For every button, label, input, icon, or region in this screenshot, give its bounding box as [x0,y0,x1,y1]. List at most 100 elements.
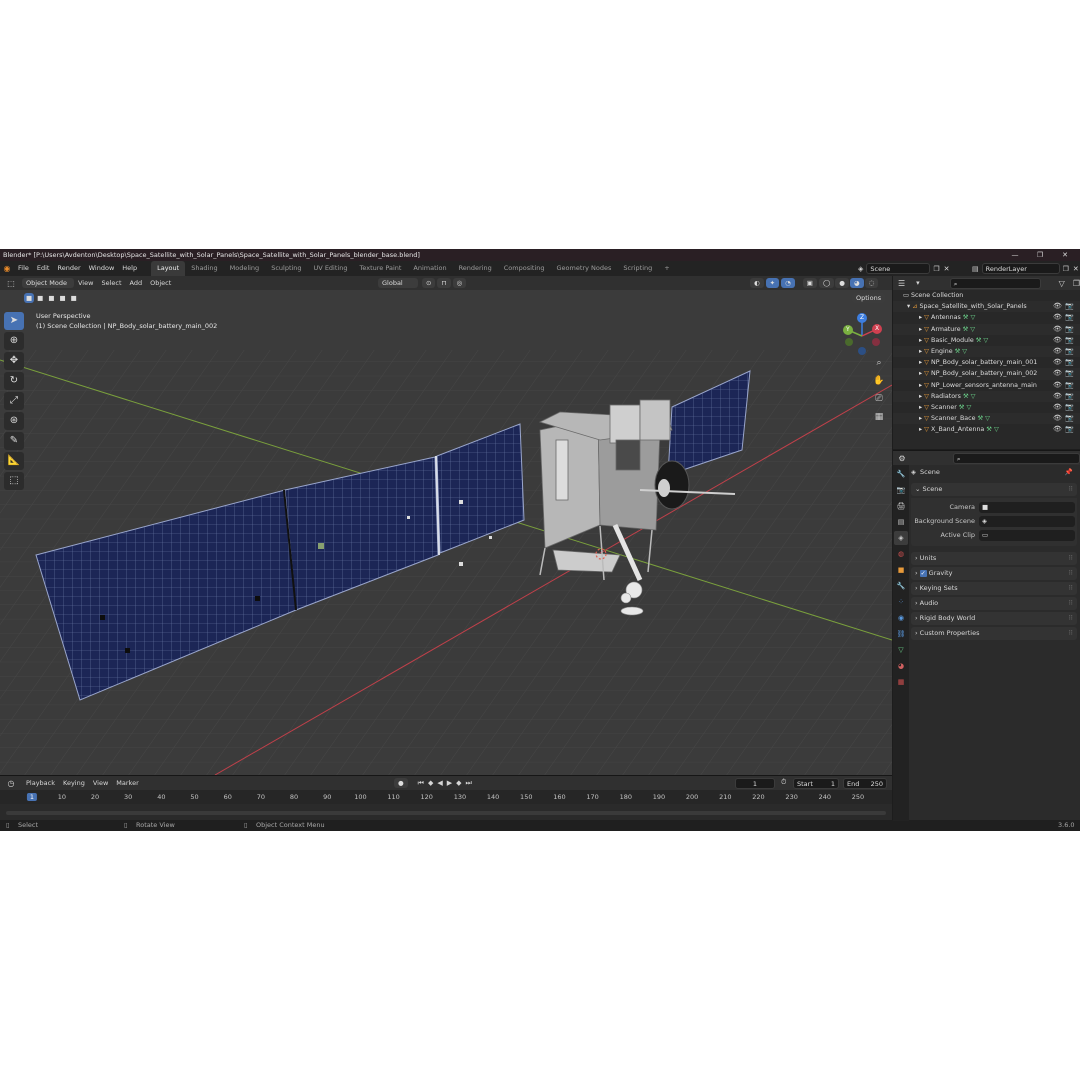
render-camera-icon[interactable]: 📷 [1065,301,1074,312]
modifiers-tab-icon[interactable]: 🔧 [894,579,908,593]
menu-timeline-view[interactable]: View [89,776,112,790]
gizmo-z-label[interactable]: Z [860,314,864,321]
outliner-item[interactable]: ▸ ▽ Basic_Module ⚒ ▽ 👁 📷 [893,335,1080,346]
panel-custom-properties[interactable]: › Custom Properties ⠿ [911,627,1077,640]
panel-keying-sets[interactable]: › Keying Sets ⠿ [911,582,1077,595]
tool-tab-icon[interactable]: 🔧 [894,467,908,481]
outliner-item[interactable]: ▸ ▽ NP_Body_solar_battery_main_001 👁 📷 [893,357,1080,368]
render-camera-icon[interactable]: 📷 [1065,424,1074,435]
menu-add[interactable]: Add [126,276,147,290]
grid-icon[interactable]: ▦ [872,410,886,424]
outliner-search-field[interactable]: ⌕ [949,277,1041,289]
scene-selector[interactable]: Scene [866,263,931,274]
visibility-eye-icon[interactable]: 👁 [1053,380,1062,391]
visibility-eye-icon[interactable]: 👁 [1053,357,1062,368]
drag-handle-icon[interactable]: ⠿ [1068,483,1073,496]
render-camera-icon[interactable]: 📷 [1065,324,1074,335]
stopwatch-icon[interactable]: ⏱ [781,778,786,787]
workspace-tab-uv-editing[interactable]: UV Editing [308,261,354,276]
select-invert-icon[interactable]: ■ [57,293,68,303]
visibility-eye-icon[interactable]: 👁 [1053,402,1062,413]
visibility-eye-icon[interactable]: 👁 [1053,346,1062,357]
properties-editor-icon[interactable]: ⚙ [893,454,911,463]
camera-field[interactable]: ■ [979,501,1075,513]
render-camera-icon[interactable]: 📷 [1065,413,1074,424]
workspace-tab-texture-paint[interactable]: Texture Paint [353,261,407,276]
display-mode-icon[interactable]: ▾ [916,279,920,287]
menu-view[interactable]: View [74,276,97,290]
delete-scene-icon[interactable]: ✕ [944,265,950,273]
menu-playback[interactable]: Playback [22,776,59,790]
overlay-toggle-icon[interactable]: ◔ [781,278,795,288]
jump-start-icon[interactable]: ⏮ [418,779,424,788]
workspace-tab-sculpting[interactable]: Sculpting [265,261,307,276]
render-tab-icon[interactable]: 📷 [894,483,908,497]
record-icon[interactable]: ● [394,778,408,788]
outliner-editor-icon[interactable]: ☰ [893,279,910,288]
outliner-item[interactable]: ▸ ▽ X_Band_Antenna ⚒ ▽ 👁 📷 [893,424,1080,435]
menu-marker[interactable]: Marker [112,776,142,790]
menu-edit[interactable]: Edit [33,261,54,276]
render-camera-icon[interactable]: 📷 [1065,368,1074,379]
new-collection-icon[interactable]: ❐ [1073,279,1080,288]
rendered-shading-icon[interactable]: ◌ [864,278,879,288]
material-shading-icon[interactable]: ◕ [849,278,864,288]
workspace-tab-animation[interactable]: Animation [407,261,452,276]
outliner-item[interactable]: ▸ ▽ NP_Lower_sensors_antenna_main 👁 📷 [893,380,1080,391]
timeline-editor-icon[interactable]: ◷ [0,779,22,788]
blender-logo-icon[interactable]: ◉ [0,264,14,273]
scene-tab-icon[interactable]: ◈ [894,531,908,545]
workspace-tab-shading[interactable]: Shading [185,261,223,276]
menu-keying[interactable]: Keying [59,776,89,790]
drag-handle-icon[interactable]: ⠿ [1068,567,1073,580]
drag-handle-icon[interactable]: ⠿ [1068,552,1073,565]
active-clip-field[interactable]: ▭ [979,529,1075,541]
workspace-tab-layout[interactable]: Layout [151,261,186,276]
visibility-icon[interactable]: ◐ [750,278,764,288]
workspace-tab-rendering[interactable]: Rendering [453,261,498,276]
timeline-ruler[interactable]: 1 10 20 30 40 50 60 70 80 90 100 110 120 130 140 150 160… [0,790,892,804]
render-camera-icon[interactable]: 📷 [1065,335,1074,346]
select-box-tool-icon[interactable]: ➤ [4,312,24,330]
close-button[interactable]: ✕ [1060,250,1070,260]
workspace-tab-modeling[interactable]: Modeling [224,261,266,276]
background-scene-field[interactable]: ◈ [979,515,1075,527]
filter-icon[interactable]: ▽ [1059,279,1065,288]
visibility-eye-icon[interactable]: 👁 [1053,413,1062,424]
cursor-tool-icon[interactable]: ⊕ [4,332,24,350]
panel-gravity[interactable]: › ✓ Gravity ⠿ [911,567,1077,580]
outliner-item[interactable]: ▸ ▽ Armature ⚒ ▽ 👁 📷 [893,323,1080,335]
visibility-eye-icon[interactable]: 👁 [1053,324,1062,335]
zoom-icon[interactable]: ⌕ [872,356,886,370]
data-tab-icon[interactable]: ▽ [894,643,908,657]
editor-type-icon[interactable]: ⬚ [0,279,22,288]
menu-help[interactable]: Help [118,261,141,276]
play-icon[interactable]: ▶ [447,779,452,787]
mode-dropdown[interactable]: Object Mode [22,278,74,288]
panel-audio[interactable]: › Audio ⠿ [911,597,1077,610]
select-intersect-icon[interactable]: ■ [68,293,79,303]
3d-viewport[interactable]: Z X Y User Perspective (1) Scene Collect… [0,290,892,775]
rotate-tool-icon[interactable]: ↻ [4,372,24,390]
annotate-tool-icon[interactable]: ✎ [4,432,24,450]
hand-icon[interactable]: ✋ [872,374,886,388]
prev-keyframe-icon[interactable]: ◆ [428,779,433,787]
particles-tab-icon[interactable]: ⁘ [894,595,908,609]
outliner-item[interactable]: ▸ ▽ Scanner ⚒ ▽ 👁 📷 [893,402,1080,413]
next-keyframe-icon[interactable]: ◆ [456,779,461,787]
render-camera-icon[interactable]: 📷 [1065,357,1074,368]
properties-search-field[interactable]: ⌕ [952,452,1080,464]
world-tab-icon[interactable]: ◍ [894,547,908,561]
visibility-eye-icon[interactable]: 👁 [1053,424,1062,435]
xray-icon[interactable]: ▣ [802,278,817,288]
options-dropdown[interactable]: Options [852,293,886,303]
add-workspace-button[interactable]: + [658,261,675,276]
measure-tool-icon[interactable]: 📐 [4,452,24,470]
new-view-layer-icon[interactable]: ❐ [1063,265,1069,273]
view-layer-selector[interactable]: RenderLayer [981,263,1060,274]
gizmo-x-label[interactable]: X [875,325,879,332]
jump-end-icon[interactable]: ⏭ [466,779,472,788]
render-camera-icon[interactable]: 📷 [1065,380,1074,391]
outliner-scene-collection[interactable]: ▭ Scene Collection [893,290,1080,301]
menu-window[interactable]: Window [85,261,119,276]
